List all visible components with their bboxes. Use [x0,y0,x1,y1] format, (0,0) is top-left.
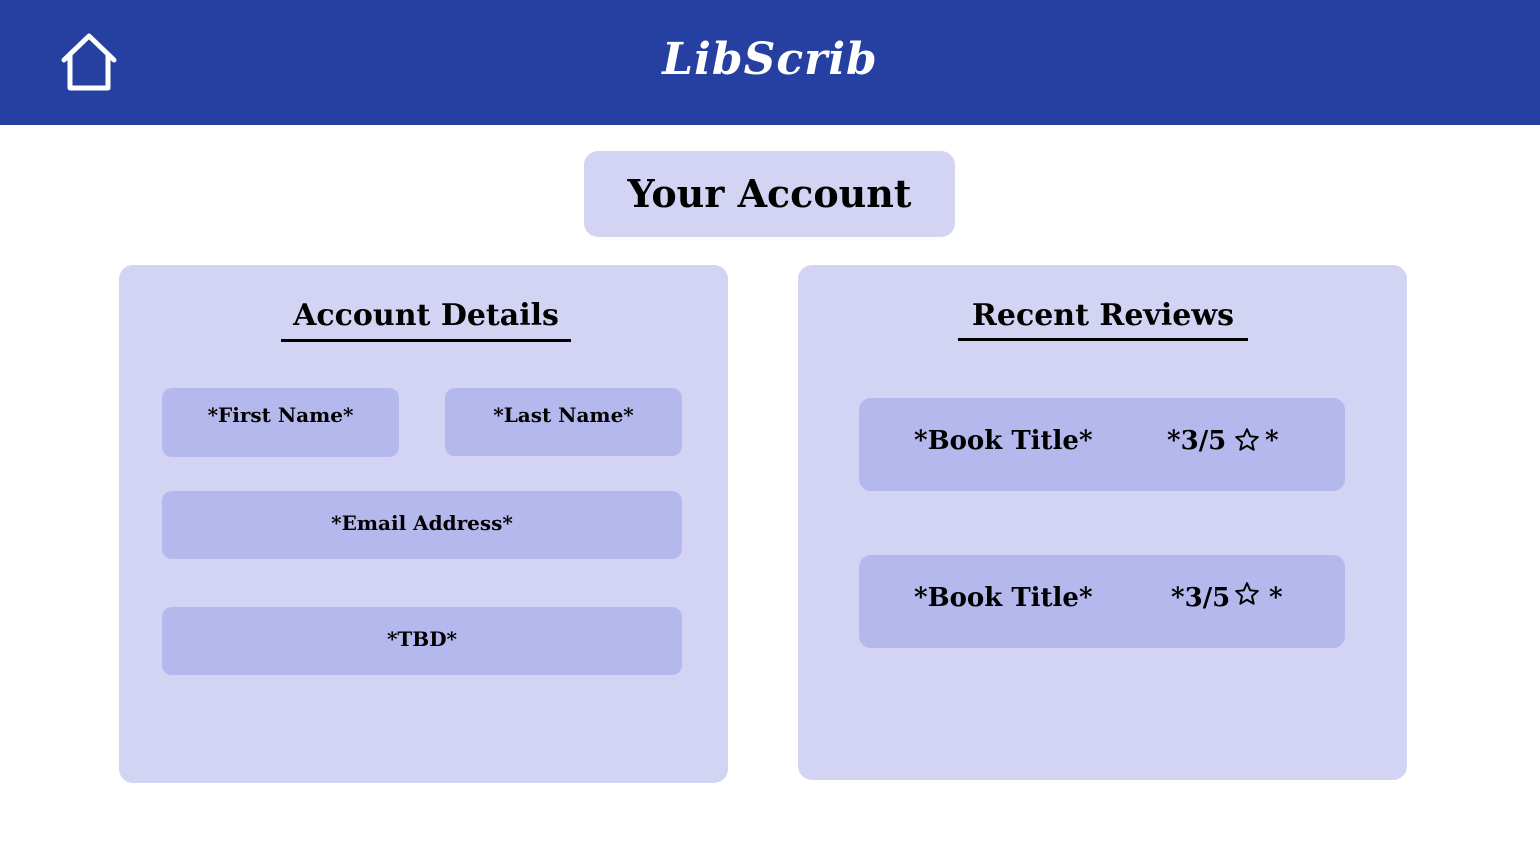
account-details-heading: Account Details [293,298,559,333]
review-book-title: *Book Title* [914,426,1093,456]
review-rating-suffix: * [1265,426,1279,456]
email-address-field[interactable]: *Email Address* [162,491,682,559]
star-outline-icon [1235,582,1259,605]
review-item[interactable]: *Book Title* *3/5 * [859,555,1345,648]
review-rating: *3/5 [1171,583,1231,613]
recent-reviews-underline [958,338,1248,341]
recent-reviews-panel: Recent Reviews *Book Title* *3/5 * *Book… [798,265,1407,780]
recent-reviews-heading: Recent Reviews [971,298,1235,333]
page-title: Your Account [627,171,912,216]
account-details-panel: Account Details *First Name* *Last Name*… [119,265,728,783]
tbd-field[interactable]: *TBD* [162,607,682,675]
review-rating-suffix: * [1269,583,1283,613]
last-name-field[interactable]: *Last Name* [445,388,682,456]
app-brand-title: LibScrib [662,34,878,85]
account-details-underline [281,339,571,342]
page-title-box: Your Account [584,151,955,237]
review-item[interactable]: *Book Title* *3/5 * [859,398,1345,491]
review-rating: *3/5 [1167,426,1227,456]
star-outline-icon [1235,428,1259,451]
top-header: LibScrib [0,0,1540,125]
review-book-title: *Book Title* [914,583,1093,613]
first-name-field[interactable]: *First Name* [162,388,399,457]
